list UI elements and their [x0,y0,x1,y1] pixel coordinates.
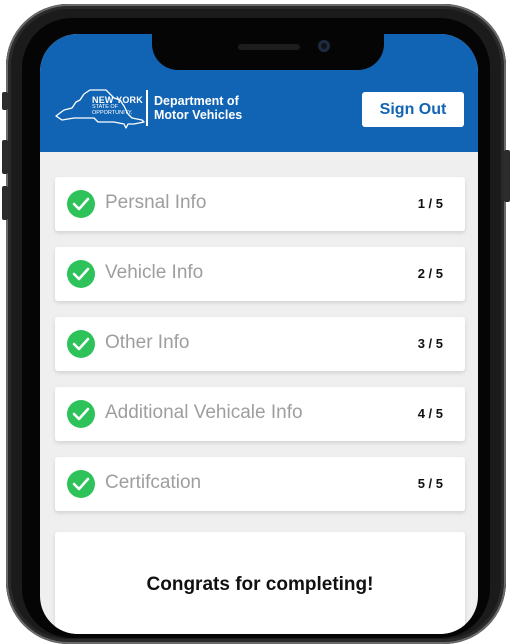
step-counter: 5 / 5 [417,476,443,491]
side-button-right [504,150,510,202]
dmv-title-line-2: Motor Vehicles [154,108,243,122]
step-counter: 3 / 5 [417,336,443,351]
step-counter: 1 / 5 [417,196,443,211]
sign-out-button[interactable]: Sign Out [362,92,464,127]
step-label: Vehicle Info [105,262,204,283]
check-icon [67,190,95,218]
speaker [238,44,300,50]
completion-message: Congrats for completing! [146,574,374,595]
step-label: Additional Vehicale Info [105,402,303,423]
step-label: Certifcation [105,472,202,493]
side-button-left-mid [2,140,8,174]
dmv-title-line-1: Department of [154,94,239,108]
dmv-title: Department of Motor Vehicles [154,94,242,122]
check-icon [67,470,95,498]
step-counter: 2 / 5 [417,266,443,281]
front-camera [318,40,330,52]
logo-divider [146,90,148,126]
step-card-certification[interactable]: Certifcation 5 / 5 [55,457,465,511]
step-card-personal-info[interactable]: Persnal Info 1 / 5 [55,177,465,231]
step-label: Other Info [105,332,190,353]
notch [152,34,384,70]
step-label: Persnal Info [105,192,207,213]
phone-screen: NEW YORK STATE OF OPPORTUNITY. Departmen… [40,34,478,634]
check-icon [67,260,95,288]
ny-tagline-2: OPPORTUNITY. [92,109,133,116]
step-list: Persnal Info 1 / 5 Vehicle Info 2 / 5 Ot… [55,177,465,527]
side-button-left-top [2,92,8,110]
dmv-logo[interactable]: NEW YORK STATE OF OPPORTUNITY. Departmen… [54,88,264,132]
step-counter: 4 / 5 [417,406,443,421]
side-button-left-low [2,186,8,220]
step-card-vehicle-info[interactable]: Vehicle Info 2 / 5 [55,247,465,301]
completion-card: Congrats for completing! [55,532,465,634]
check-icon [67,400,95,428]
step-card-additional-vehicle-info[interactable]: Additional Vehicale Info 4 / 5 [55,387,465,441]
check-icon [67,330,95,358]
step-card-other-info[interactable]: Other Info 3 / 5 [55,317,465,371]
ny-wordmark: NEW YORK STATE OF OPPORTUNITY. [92,96,143,116]
